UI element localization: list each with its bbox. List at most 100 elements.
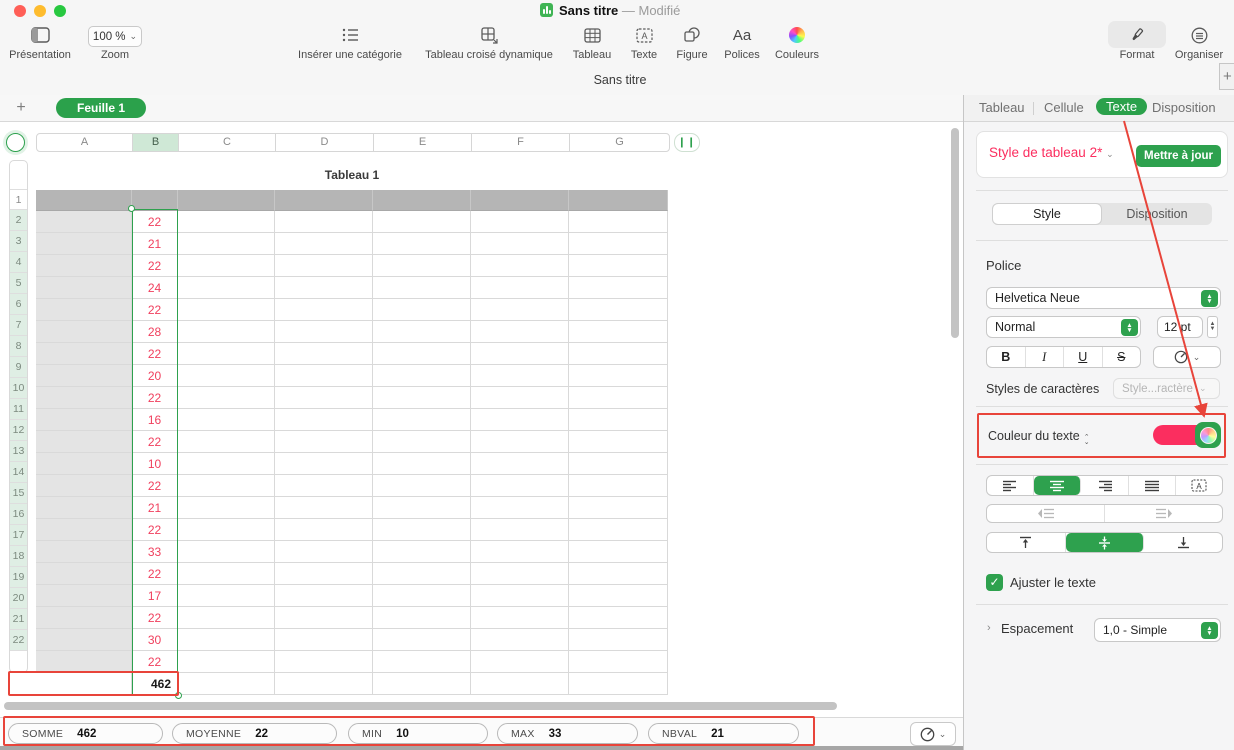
- cell-C6[interactable]: [178, 299, 275, 321]
- cell-C20[interactable]: [178, 607, 275, 629]
- toolbar-organize[interactable]: Organiser: [1168, 24, 1230, 61]
- cell-A21[interactable]: [36, 629, 132, 651]
- cell-G10[interactable]: [569, 387, 668, 409]
- advanced-text-options-button[interactable]: ⌄: [1153, 346, 1221, 368]
- font-family-select[interactable]: Helvetica Neue ▲ ▼: [986, 287, 1221, 309]
- toolbar-shape[interactable]: Figure: [671, 24, 713, 61]
- cell-B4[interactable]: 22: [132, 255, 178, 277]
- cell-B12[interactable]: 22: [132, 431, 178, 453]
- cell-F18[interactable]: [471, 563, 569, 585]
- cell-C15[interactable]: [178, 497, 275, 519]
- cell-G21[interactable]: [569, 629, 668, 651]
- cell-D21[interactable]: [275, 629, 373, 651]
- cell-C7[interactable]: [178, 321, 275, 343]
- cell-A22[interactable]: [36, 651, 132, 673]
- cell-G14[interactable]: [569, 475, 668, 497]
- cell-C19[interactable]: [178, 585, 275, 607]
- italic-button[interactable]: I: [1026, 347, 1064, 367]
- toolbar-insert-category[interactable]: Insérer une catégorie: [287, 24, 413, 61]
- add-panel-button[interactable]: +: [1219, 63, 1234, 90]
- stats-options-button[interactable]: ⌄: [910, 722, 956, 746]
- add-column-button[interactable]: ❙❙: [674, 133, 700, 152]
- toolbar-view[interactable]: Présentation: [0, 24, 80, 61]
- cell-D8[interactable]: [275, 343, 373, 365]
- cell-D7[interactable]: [275, 321, 373, 343]
- stepper-icon[interactable]: ▲ ▼: [1121, 319, 1138, 336]
- row-number-9[interactable]: 9: [10, 357, 27, 378]
- column-header-D[interactable]: D: [276, 134, 374, 151]
- font-size-field[interactable]: 12 pt: [1157, 316, 1203, 338]
- header-cell-F1[interactable]: [471, 190, 569, 211]
- cell-C21[interactable]: [178, 629, 275, 651]
- cell-G12[interactable]: [569, 431, 668, 453]
- footer-cell-D[interactable]: [275, 673, 373, 695]
- cell-D18[interactable]: [275, 563, 373, 585]
- toolbar-colors[interactable]: Couleurs: [772, 24, 822, 61]
- row-number-21[interactable]: 21: [10, 609, 27, 630]
- cell-E12[interactable]: [373, 431, 471, 453]
- cell-B20[interactable]: 22: [132, 607, 178, 629]
- footer-cell-F[interactable]: [471, 673, 569, 695]
- segment-style[interactable]: Style: [992, 203, 1102, 225]
- cell-F5[interactable]: [471, 277, 569, 299]
- row-number-8[interactable]: 8: [10, 336, 27, 357]
- cell-E13[interactable]: [373, 453, 471, 475]
- align-left-button[interactable]: [987, 476, 1035, 495]
- row-number-1[interactable]: 1: [10, 190, 27, 210]
- stat-pill-somme[interactable]: SOMME 462: [8, 723, 163, 744]
- cell-D5[interactable]: [275, 277, 373, 299]
- cell-B15[interactable]: 21: [132, 497, 178, 519]
- underline-button[interactable]: U: [1064, 347, 1103, 367]
- cell-B22[interactable]: 22: [132, 651, 178, 673]
- maximize-button[interactable]: [54, 5, 66, 17]
- cell-E6[interactable]: [373, 299, 471, 321]
- cell-A8[interactable]: [36, 343, 132, 365]
- toolbar-fonts[interactable]: Aa Polices: [720, 24, 764, 62]
- cell-D14[interactable]: [275, 475, 373, 497]
- cell-G8[interactable]: [569, 343, 668, 365]
- row-number-13[interactable]: 13: [10, 441, 27, 462]
- cell-C5[interactable]: [178, 277, 275, 299]
- cell-D13[interactable]: [275, 453, 373, 475]
- cell-G22[interactable]: [569, 651, 668, 673]
- cell-F22[interactable]: [471, 651, 569, 673]
- cell-F4[interactable]: [471, 255, 569, 277]
- update-style-button[interactable]: Mettre à jour: [1136, 145, 1221, 167]
- cell-F3[interactable]: [471, 233, 569, 255]
- row-number-4[interactable]: 4: [10, 252, 27, 273]
- cell-F10[interactable]: [471, 387, 569, 409]
- cell-G11[interactable]: [569, 409, 668, 431]
- row-number-5[interactable]: 5: [10, 273, 27, 294]
- zoom-dropdown[interactable]: 100 % ⌄: [88, 26, 142, 47]
- cell-F13[interactable]: [471, 453, 569, 475]
- bold-button[interactable]: B: [987, 347, 1026, 367]
- cell-A3[interactable]: [36, 233, 132, 255]
- increase-indent-button[interactable]: [1105, 505, 1222, 522]
- cell-C3[interactable]: [178, 233, 275, 255]
- row-number-16[interactable]: 16: [10, 504, 27, 525]
- row-number-20[interactable]: 20: [10, 588, 27, 609]
- cell-D9[interactable]: [275, 365, 373, 387]
- tab-disposition[interactable]: Disposition: [1152, 100, 1216, 115]
- cell-A10[interactable]: [36, 387, 132, 409]
- cell-A6[interactable]: [36, 299, 132, 321]
- cell-C9[interactable]: [178, 365, 275, 387]
- header-cell-G1[interactable]: [569, 190, 668, 211]
- cell-E19[interactable]: [373, 585, 471, 607]
- cell-A14[interactable]: [36, 475, 132, 497]
- cell-F9[interactable]: [471, 365, 569, 387]
- cell-B19[interactable]: 17: [132, 585, 178, 607]
- cell-D11[interactable]: [275, 409, 373, 431]
- footer-cell-A[interactable]: [36, 673, 132, 695]
- header-cell-D1[interactable]: [275, 190, 373, 211]
- cell-D12[interactable]: [275, 431, 373, 453]
- cell-F17[interactable]: [471, 541, 569, 563]
- cell-G16[interactable]: [569, 519, 668, 541]
- vertical-scrollbar[interactable]: [951, 128, 959, 338]
- cell-B7[interactable]: 28: [132, 321, 178, 343]
- column-header-E[interactable]: E: [374, 134, 472, 151]
- stat-pill-nbval[interactable]: NBVAL 21: [648, 723, 799, 744]
- cell-E2[interactable]: [373, 211, 471, 233]
- cell-E9[interactable]: [373, 365, 471, 387]
- cell-E4[interactable]: [373, 255, 471, 277]
